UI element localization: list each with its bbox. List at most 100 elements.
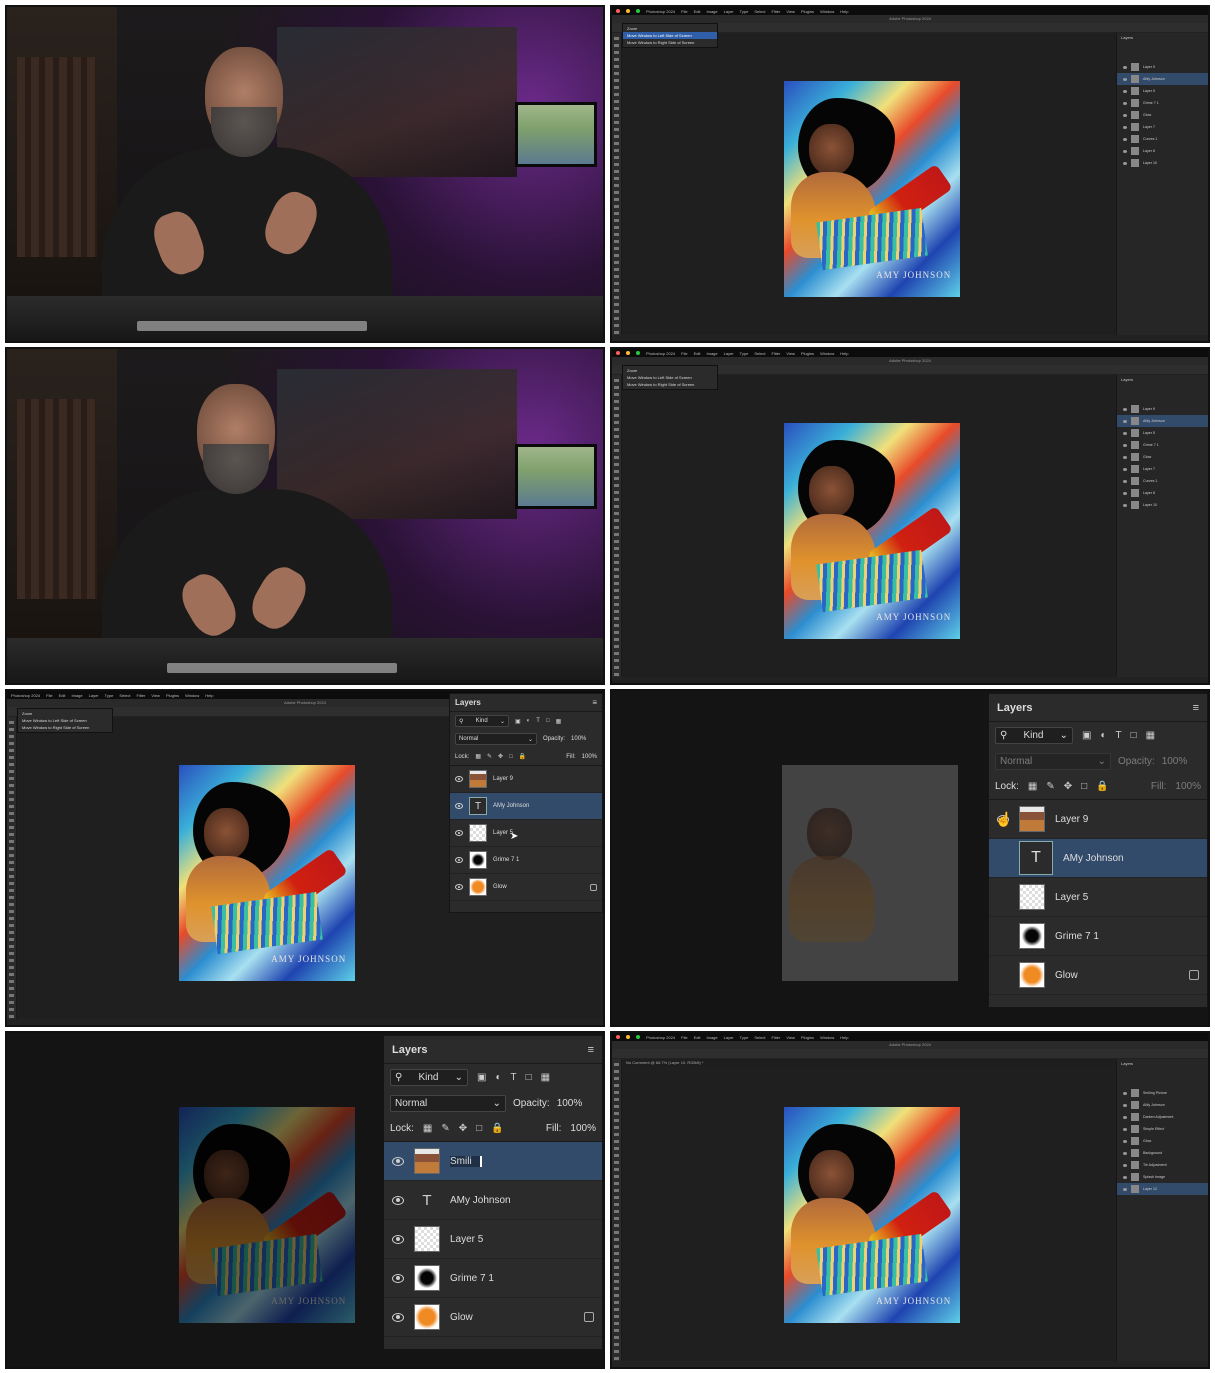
lock-position-icon[interactable]: ✥ — [1064, 781, 1072, 792]
mini-layer-row[interactable]: AMy Johnson — [1117, 1099, 1208, 1111]
layer-row[interactable]: Grime 7 1 — [989, 917, 1207, 956]
layer-name-rename-input[interactable]: Smili — [450, 1155, 482, 1167]
canvas-area[interactable]: AMY JOHNSON — [622, 33, 1116, 335]
menu-help[interactable]: Help — [840, 9, 848, 14]
eye-icon[interactable] — [1123, 407, 1127, 411]
mini-layer-row[interactable]: Glow — [1117, 451, 1208, 463]
menu-plugins[interactable]: Plugins — [801, 351, 814, 356]
eye-icon[interactable] — [1123, 1103, 1127, 1107]
eye-icon[interactable] — [1123, 1151, 1127, 1155]
artwork-canvas[interactable]: AMY JOHNSON — [784, 81, 960, 297]
layer-row[interactable]: Layer 5 ➤ — [450, 820, 602, 847]
blend-mode-dropdown[interactable]: Normal ⌄ — [390, 1094, 506, 1112]
mini-layer-row[interactable]: Smiling Picture — [1117, 1087, 1208, 1099]
mini-layer-row[interactable]: AMy Johnson — [1117, 415, 1208, 427]
lock-position-icon[interactable]: ✥ — [498, 753, 503, 760]
mini-layer-row[interactable]: Glow — [1117, 109, 1208, 121]
lock-transparency-icon[interactable]: ▦ — [423, 1123, 432, 1134]
layer-row[interactable]: Glow — [384, 1298, 602, 1337]
mini-layer-row[interactable]: Curves 1 — [1117, 475, 1208, 487]
artboard-lock-icon[interactable]: □ — [509, 754, 513, 760]
layer-row[interactable]: Grime 7 1 — [450, 847, 602, 874]
menu-plugins[interactable]: Plugins — [801, 9, 814, 14]
menu-type[interactable]: Type — [740, 1035, 749, 1040]
eye-icon[interactable] — [1123, 419, 1127, 423]
eye-icon[interactable] — [392, 1312, 404, 1322]
layer-row[interactable]: T AMy Johnson — [384, 1181, 602, 1220]
blend-mode-dropdown[interactable]: Normal ⌄ — [455, 733, 537, 745]
layers-tab-mini[interactable]: Layers — [1117, 1059, 1208, 1067]
menu-file[interactable]: File — [46, 693, 52, 698]
document-tab[interactable]: No Comment @ 66.7% (Layer 10, RGB/8) * — [626, 1060, 703, 1065]
artboard-lock-icon[interactable]: □ — [1081, 781, 1087, 792]
menu-view[interactable]: View — [786, 1035, 795, 1040]
lock-all-icon[interactable]: 🔒 — [491, 1123, 503, 1134]
menu-filter[interactable]: Filter — [771, 351, 780, 356]
mini-layer-row[interactable]: Glow — [1117, 1135, 1208, 1147]
adjustment-filter-icon[interactable]: ◐ — [527, 718, 531, 724]
lock-position-icon[interactable]: ✥ — [459, 1123, 467, 1134]
close-window-icon[interactable] — [616, 351, 620, 355]
layer-row[interactable]: Layer 5 — [989, 878, 1207, 917]
menu-type[interactable]: Type — [105, 693, 114, 698]
mini-layer-row[interactable]: Layer 8 — [1117, 487, 1208, 499]
layer-row[interactable]: Layer 5 — [384, 1220, 602, 1259]
menu-edit[interactable]: Edit — [694, 351, 701, 356]
menu-layer[interactable]: Layer — [724, 351, 734, 356]
pixel-filter-icon[interactable]: ▣ — [1082, 730, 1091, 741]
mini-layer-row[interactable]: Layer 5 — [1117, 85, 1208, 97]
menu-select[interactable]: Select — [754, 351, 765, 356]
menu-item-move-left[interactable]: Move Window to Left Side of Screen — [623, 32, 717, 39]
menu-file[interactable]: File — [681, 351, 687, 356]
mini-layer-row[interactable]: Darken Adjustment — [1117, 1111, 1208, 1123]
mini-layer-row[interactable]: Grime 7 1 — [1117, 439, 1208, 451]
menu-type[interactable]: Type — [740, 9, 749, 14]
menu-help[interactable]: Help — [840, 1035, 848, 1040]
mini-layer-row[interactable]: Layer 8 — [1117, 145, 1208, 157]
eye-icon[interactable] — [1123, 113, 1127, 117]
zoom-window-icon[interactable] — [636, 9, 640, 13]
lock-transparency-icon[interactable]: ▦ — [475, 753, 481, 760]
type-filter-icon[interactable]: T — [1116, 730, 1122, 741]
close-window-icon[interactable] — [616, 1035, 620, 1039]
shape-filter-icon[interactable]: □ — [546, 718, 550, 724]
menu-plugins[interactable]: Plugins — [166, 693, 179, 698]
pixel-filter-icon[interactable]: ▣ — [515, 718, 521, 725]
eye-icon[interactable] — [1123, 149, 1127, 153]
menu-type[interactable]: Type — [740, 351, 749, 356]
lock-pixels-icon[interactable]: ✎ — [1046, 781, 1054, 792]
mini-layer-row[interactable]: Layer 10 — [1117, 499, 1208, 511]
menu-item-zoom[interactable]: Zoom — [623, 367, 717, 374]
mini-layer-row[interactable]: Layer 10 — [1117, 157, 1208, 169]
kind-filter-dropdown[interactable]: ⚲ Kind ⌄ — [455, 715, 509, 727]
menu-select[interactable]: Select — [119, 693, 130, 698]
mini-layer-row[interactable]: Layer 7 — [1117, 121, 1208, 133]
menu-help[interactable]: Help — [205, 693, 213, 698]
panel-menu-icon[interactable]: ≡ — [592, 698, 597, 707]
menu-window[interactable]: Window — [820, 9, 834, 14]
layer-row[interactable]: Grime 7 1 — [384, 1259, 602, 1298]
minimize-window-icon[interactable] — [626, 351, 630, 355]
layer-row[interactable]: Glow — [989, 956, 1207, 995]
panel-menu-icon[interactable]: ≡ — [1193, 702, 1199, 714]
opacity-value[interactable]: 100% — [571, 736, 586, 742]
layer-row[interactable]: Layer 9 ☝ — [989, 800, 1207, 839]
kind-filter-dropdown[interactable]: ⚲ Kind ⌄ — [995, 726, 1073, 744]
menu-help[interactable]: Help — [840, 351, 848, 356]
menu-filter[interactable]: Filter — [771, 1035, 780, 1040]
menu-item-move-right[interactable]: Move Window to Right Side of Screen — [18, 724, 112, 731]
fill-value[interactable]: 100% — [582, 754, 597, 760]
eye-icon[interactable] — [1123, 1187, 1127, 1191]
fill-value[interactable]: 100% — [570, 1123, 596, 1134]
layers-tab-mini[interactable]: Layers — [1117, 375, 1208, 383]
eye-hidden-slot[interactable] — [997, 971, 1009, 980]
blend-mode-dropdown[interactable]: Normal ⌄ — [995, 752, 1111, 770]
eye-icon[interactable] — [1123, 443, 1127, 447]
menu-app[interactable]: Photoshop 2024 — [646, 9, 675, 14]
eye-hidden-slot[interactable] — [997, 893, 1009, 902]
eye-icon[interactable] — [1123, 1163, 1127, 1167]
layer-row[interactable]: Layer 9 — [450, 766, 602, 793]
menu-view[interactable]: View — [786, 9, 795, 14]
artwork-canvas[interactable]: AMY JOHNSON — [784, 423, 960, 639]
eye-icon[interactable] — [1123, 1091, 1127, 1095]
